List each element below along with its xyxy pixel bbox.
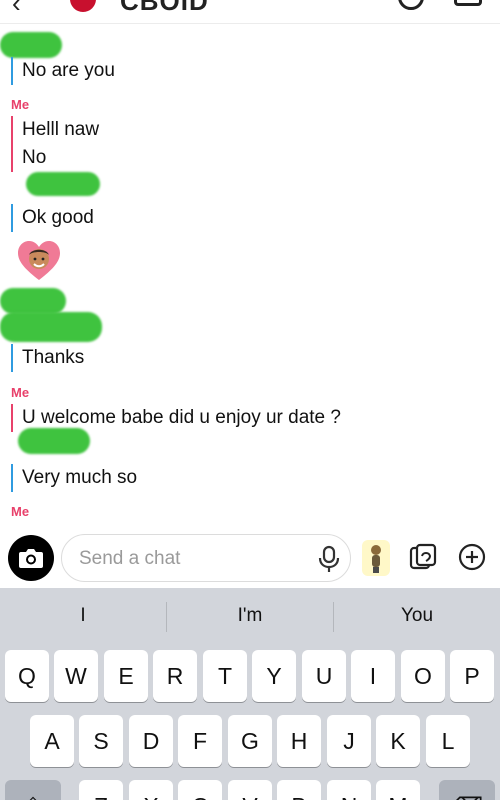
key-p[interactable]: P xyxy=(450,650,494,702)
message-text: No are you xyxy=(11,57,115,85)
message-text: Thanks xyxy=(11,344,84,372)
camera-button[interactable] xyxy=(8,535,54,581)
key-n[interactable]: N xyxy=(327,780,371,800)
key-a[interactable]: A xyxy=(30,715,74,767)
key-w[interactable]: W xyxy=(54,650,98,702)
message-text: Helll naw xyxy=(11,116,99,144)
keyboard: I I'm You Q W E R T Y U I O P A S D F G … xyxy=(0,588,500,800)
suggestion-item[interactable]: I'm xyxy=(167,588,333,644)
redacted-name xyxy=(0,312,102,342)
key-h[interactable]: H xyxy=(277,715,321,767)
key-u[interactable]: U xyxy=(302,650,346,702)
phone-call-icon[interactable] xyxy=(398,0,424,10)
camera-icon xyxy=(19,549,43,568)
key-m[interactable]: M xyxy=(376,780,420,800)
key-x[interactable]: X xyxy=(129,780,173,800)
key-e[interactable]: E xyxy=(104,650,148,702)
send-chat-input[interactable]: Send a chat xyxy=(61,534,351,582)
key-d[interactable]: D xyxy=(129,715,173,767)
plus-circle-icon[interactable] xyxy=(457,542,487,572)
suggestion-item[interactable]: You xyxy=(334,588,500,644)
redacted-name xyxy=(0,288,66,314)
conversation[interactable]: No are you Me Helll naw No Ok good Thank… xyxy=(0,24,500,530)
key-r[interactable]: R xyxy=(153,650,197,702)
key-s[interactable]: S xyxy=(79,715,123,767)
chat-composer: Send a chat xyxy=(0,530,500,588)
backspace-key[interactable]: ⌫ xyxy=(439,780,495,800)
bitmoji-sticker-button[interactable] xyxy=(362,540,390,576)
redacted-name xyxy=(18,428,90,454)
video-call-icon[interactable] xyxy=(454,0,482,6)
sender-label-me: Me xyxy=(11,97,30,112)
key-o[interactable]: O xyxy=(401,650,445,702)
key-b[interactable]: B xyxy=(277,780,321,800)
key-t[interactable]: T xyxy=(203,650,247,702)
shift-key[interactable]: ⇧ xyxy=(5,780,61,800)
key-c[interactable]: C xyxy=(178,780,222,800)
chat-header: ‹ CBOID xyxy=(0,0,500,24)
memories-icon[interactable] xyxy=(408,542,438,572)
chat-title[interactable]: CBOID xyxy=(120,0,209,17)
key-y[interactable]: Y xyxy=(252,650,296,702)
key-v[interactable]: V xyxy=(228,780,272,800)
chat-input-placeholder: Send a chat xyxy=(79,548,181,569)
microphone-icon[interactable] xyxy=(316,545,342,573)
friend-avatar[interactable] xyxy=(70,0,96,12)
key-z[interactable]: Z xyxy=(79,780,123,800)
redacted-name xyxy=(0,32,62,58)
back-chevron-icon[interactable]: ‹ xyxy=(12,0,21,19)
sticker-icon xyxy=(371,545,381,573)
key-k[interactable]: K xyxy=(376,715,420,767)
message-text: Very much so xyxy=(11,464,137,492)
heart-bitmoji-sticker[interactable] xyxy=(16,240,62,282)
message-text: No xyxy=(11,144,46,172)
message-text: Ok good xyxy=(11,204,94,232)
key-i[interactable]: I xyxy=(351,650,395,702)
key-f[interactable]: F xyxy=(178,715,222,767)
redacted-name xyxy=(26,172,100,196)
suggestion-item[interactable]: I xyxy=(0,588,166,644)
key-j[interactable]: J xyxy=(327,715,371,767)
sender-label-me: Me xyxy=(11,385,30,400)
key-l[interactable]: L xyxy=(426,715,470,767)
key-g[interactable]: G xyxy=(228,715,272,767)
sender-label-me: Me xyxy=(11,504,30,519)
key-q[interactable]: Q xyxy=(5,650,49,702)
suggestion-bar: I I'm You xyxy=(0,588,500,644)
